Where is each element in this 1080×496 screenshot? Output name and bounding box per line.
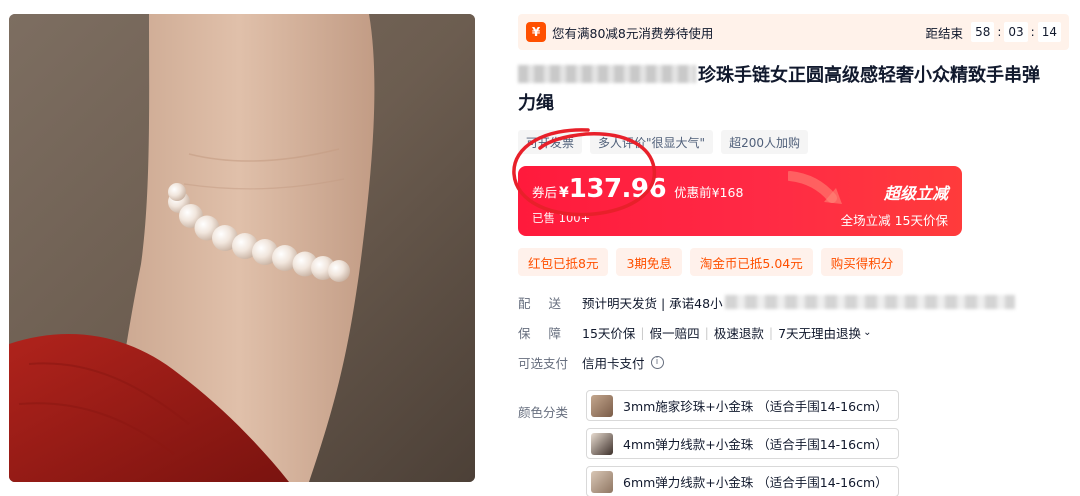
product-image[interactable]: [9, 14, 475, 482]
sku-option[interactable]: 3mm施家珍珠+小金珠 （适合手围14-16cm）: [586, 390, 899, 421]
delivery-text: 预计明天发货 | 承诺48小: [582, 295, 723, 311]
info-icon[interactable]: i: [650, 355, 664, 369]
sku-option[interactable]: 6mm弹力线款+小金珠 （适合手围14-16cm）: [586, 466, 899, 496]
blurred-title-prefix: [518, 65, 696, 83]
tag-invoice[interactable]: 可开发票: [518, 130, 583, 154]
sold-count: 已售 100+: [532, 211, 591, 225]
delivery-value: 预计明天发货 | 承诺48小: [582, 293, 1015, 312]
coupon-bar[interactable]: ¥ 您有满80减8元消费券待使用 距结束 58 : 03 : 14: [518, 14, 1069, 50]
product-photo-illustration: [9, 14, 475, 482]
price-prefix: 券后: [532, 185, 558, 200]
sku-option-text: 4mm弹力线款+小金珠 （适合手围14-16cm）: [623, 437, 888, 452]
price-currency: ¥: [559, 185, 569, 201]
sku-label: 颜色分类: [518, 405, 569, 420]
payment-label: 可选支付: [518, 355, 569, 371]
benefit-redpacket[interactable]: 红包已抵8元: [518, 248, 609, 276]
payment-row: 可选支付 信用卡支付 i: [518, 352, 1069, 372]
coupon-icon: ¥: [526, 22, 546, 42]
sku-thumbnail: [591, 432, 613, 455]
sku-selector: 颜色分类 3mm施家珍珠+小金珠 （适合手围14-16cm） 4mm弹力线款+小…: [518, 390, 1069, 496]
coupon-text: 您有满80减8元消费券待使用: [552, 25, 714, 41]
super-discount-label: 超级立减: [883, 184, 948, 203]
original-price: 优惠前¥168: [674, 185, 744, 200]
guarantee-value: 15天价保 | 假一赔四 | 极速退款 | 7天无理由退换 ⌄: [582, 323, 871, 342]
sku-option-text: 3mm施家珍珠+小金珠 （适合手围14-16cm）: [623, 399, 888, 414]
guarantee-item: 15天价保: [582, 325, 636, 341]
guarantee-label: 保障: [518, 325, 580, 341]
sku-options: 3mm施家珍珠+小金珠 （适合手围14-16cm） 4mm弹力线款+小金珠 （适…: [586, 390, 899, 496]
blurred-delivery-detail: [724, 295, 1015, 309]
countdown-separator: :: [1030, 25, 1035, 39]
countdown-separator: :: [997, 25, 1002, 39]
delivery-row: 配送 预计明天发货 | 承诺48小: [518, 292, 1069, 312]
countdown: 距结束 58 : 03 : 14: [926, 22, 1061, 42]
payment-method: 信用卡支付: [582, 355, 645, 371]
price-panel: 券后 ¥ 137.96 优惠前¥168 已售 100+ 超级立减 全场立减 15…: [518, 166, 962, 236]
guarantee-item: 极速退款: [713, 325, 764, 341]
benefit-points[interactable]: 购买得积分: [820, 248, 904, 276]
countdown-hours: 58: [971, 22, 995, 42]
promo-subtitle[interactable]: 全场立减 15天价保: [841, 210, 948, 229]
delivery-label: 配送: [518, 295, 580, 311]
benefit-row: 红包已抵8元 3期免息 淘金币已抵5.04元 购买得积分: [518, 248, 1069, 276]
benefit-coins[interactable]: 淘金币已抵5.04元: [689, 248, 813, 276]
sku-thumbnail: [591, 394, 613, 417]
sku-option[interactable]: 4mm弹力线款+小金珠 （适合手围14-16cm）: [586, 428, 899, 459]
countdown-minutes: 03: [1004, 22, 1028, 42]
chevron-down-icon[interactable]: ⌄: [863, 327, 871, 338]
guarantee-separator: |: [640, 324, 645, 340]
price-value: 137.96: [568, 174, 667, 204]
countdown-label: 距结束: [925, 25, 964, 41]
tag-row: 可开发票 多人评价"很显大气" 超200人加购: [518, 130, 1069, 154]
price-row: 券后 ¥ 137.96 优惠前¥168: [532, 174, 743, 204]
guarantee-row[interactable]: 保障 15天价保 | 假一赔四 | 极速退款 | 7天无理由退换 ⌄: [518, 322, 1069, 342]
countdown-seconds: 14: [1037, 22, 1061, 42]
guarantee-separator: |: [768, 324, 774, 340]
tag-cart-count[interactable]: 超200人加购: [721, 130, 808, 154]
payment-value: 信用卡支付 i: [582, 353, 664, 372]
guarantee-item: 7天无理由退换: [778, 325, 862, 341]
tag-review[interactable]: 多人评价"很显大气": [590, 130, 714, 154]
product-info-panel: ¥ 您有满80减8元消费券待使用 距结束 58 : 03 : 14 珍珠手链女正…: [518, 14, 1069, 496]
decor-arrow-icon: [788, 171, 842, 204]
guarantee-item: 假一赔四: [649, 325, 700, 341]
guarantee-separator: |: [704, 324, 709, 340]
benefit-installment[interactable]: 3期免息: [616, 248, 682, 276]
product-title: 珍珠手链女正圆高级感轻奢小众精致手串弹力绳: [518, 62, 1048, 118]
sku-option-text: 6mm弹力线款+小金珠 （适合手围14-16cm）: [623, 475, 888, 490]
sku-thumbnail: [591, 470, 613, 493]
